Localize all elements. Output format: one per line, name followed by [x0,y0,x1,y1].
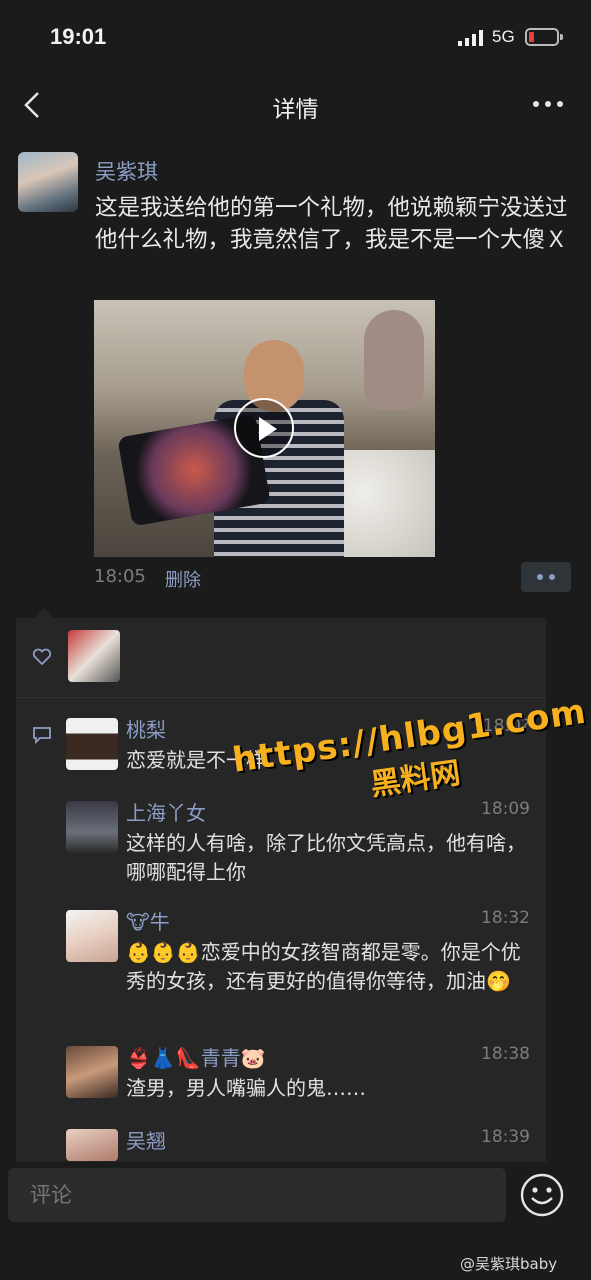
signal-icon [458,30,483,46]
commenter-name[interactable]: 👙👗👠青青🐷 [126,1042,266,1071]
comment-text: 👶👶👶恋爱中的女孩智商都是零。你是个优秀的女孩，还有更好的值得你等待，加油🤭 [126,940,521,993]
commenter-name[interactable]: 吴翘 [126,1125,166,1154]
comment-text: 恋爱就是不一样 [126,748,266,772]
heart-icon [32,648,52,666]
commenter-avatar[interactable] [66,1129,118,1161]
video-thumbnail[interactable] [94,300,435,557]
author-avatar[interactable] [18,152,78,212]
comment-time: 18:38 [481,1044,530,1064]
comment-time: 18:09 [481,799,530,819]
weibo-credit: @吴紫琪baby [460,1255,558,1273]
comment-time: 18:39 [481,1127,530,1147]
likes-row [16,618,546,698]
post-actions-button[interactable] [521,562,571,592]
nav-bar: 详情 [0,72,591,138]
commenter-avatar[interactable] [66,910,118,962]
commenter-name[interactable]: 桃梨 [126,714,166,743]
comment-icon [33,727,51,744]
comment-input-bar [0,1162,591,1232]
more-dots-icon[interactable] [530,94,566,114]
comment-time: 18:0? [482,716,530,736]
status-time: 19:01 [50,24,107,49]
post-author[interactable]: 吴紫琪 [95,156,158,186]
delete-link[interactable]: 删除 [165,566,201,592]
comment-time: 18:32 [481,908,530,928]
commenter-avatar[interactable] [66,718,118,770]
emoji-icon[interactable] [519,1172,565,1218]
post-time: 18:05 [94,566,146,587]
commenter-name[interactable]: 🐮牛 [126,906,170,935]
commenter-avatar[interactable] [66,801,118,853]
comment-input[interactable] [8,1168,506,1222]
post-text: 这是我送给他的第一个礼物，他说赖颖宁没送过他什么礼物，我竟然信了，我是不是一个大… [95,195,568,253]
commenter-name[interactable]: 上海丫女 [126,797,206,826]
battery-icon [525,28,563,46]
like-avatar[interactable] [68,630,120,682]
network-type: 5G [492,27,515,46]
comment-text: 这样的人有啥，除了比你文凭高点，他有啥，哪哪配得上你 [126,831,526,884]
page-title: 详情 [272,97,319,123]
status-bar: 19:01 5G [0,0,591,72]
comment-text: 渣男，男人嘴骗人的鬼…… [126,1076,366,1100]
commenter-avatar[interactable] [66,1046,118,1098]
play-icon[interactable] [234,398,294,458]
interaction-panel: 桃梨 18:0? 恋爱就是不一样 上海丫女 18:09 这样的人有啥，除了比你文… [16,608,546,1163]
